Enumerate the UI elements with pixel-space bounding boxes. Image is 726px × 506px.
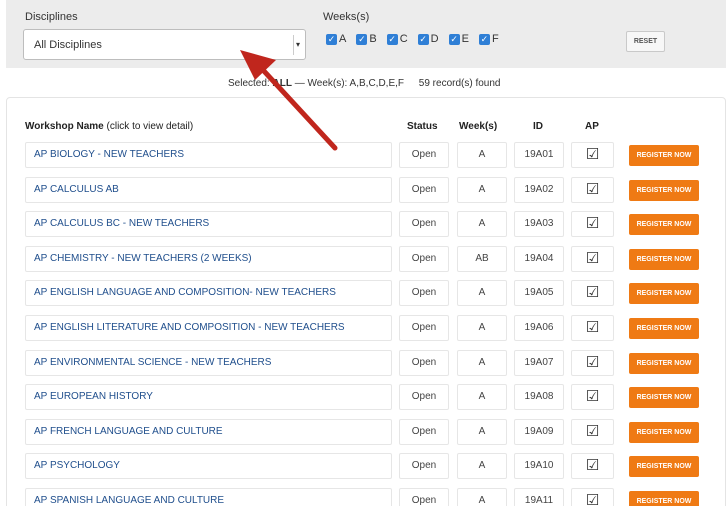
workshop-name-link[interactable]: AP BIOLOGY - NEW TEACHERS <box>25 142 392 168</box>
status-cell: Open <box>399 142 449 168</box>
ap-checkbox-icon: ☑ <box>571 350 614 376</box>
header-status: Status <box>407 121 438 132</box>
disciplines-select[interactable]: All Disciplines ▾ <box>23 29 306 60</box>
workshop-name-link[interactable]: AP PSYCHOLOGY <box>25 453 392 479</box>
checkbox-checked-icon[interactable]: ✓ <box>417 33 429 45</box>
status-cell: Open <box>399 280 449 306</box>
register-now-button[interactable]: REGISTER NOW <box>629 145 699 166</box>
id-cell: 19A08 <box>514 384 564 410</box>
status-cell: Open <box>399 488 449 506</box>
weeks-cell: A <box>457 142 507 168</box>
header-weeks: Week(s) <box>459 121 498 132</box>
summary-prefix: Selected: <box>228 78 270 89</box>
id-cell: 19A04 <box>514 246 564 272</box>
ap-checkbox-icon: ☑ <box>571 384 614 410</box>
week-option-e[interactable]: ✓ E <box>448 33 469 45</box>
header-workshop-name: Workshop Name (click to view detail) <box>25 121 194 132</box>
status-cell: Open <box>399 350 449 376</box>
id-cell: 19A10 <box>514 453 564 479</box>
register-now-button[interactable]: REGISTER NOW <box>629 387 699 408</box>
week-option-c[interactable]: ✓ C <box>386 33 408 45</box>
disciplines-select-value: All Disciplines <box>34 39 102 51</box>
week-option-a[interactable]: ✓ A <box>326 33 346 45</box>
workshop-name-link[interactable]: AP ENVIRONMENTAL SCIENCE - NEW TEACHERS <box>25 350 392 376</box>
weeks-checkbox-group: ✓ A ✓ B ✓ C ✓ D ✓ E ✓ F <box>326 33 509 45</box>
checkbox-checked-icon[interactable]: ✓ <box>386 33 398 45</box>
weeks-cell: A <box>457 419 507 445</box>
week-option-b[interactable]: ✓ B <box>356 33 377 45</box>
weeks-label: Weeks(s) <box>323 11 370 23</box>
register-now-button[interactable]: REGISTER NOW <box>629 456 699 477</box>
workshop-name-link[interactable]: AP ENGLISH LANGUAGE AND COMPOSITION- NEW… <box>25 280 392 306</box>
disciplines-label: Disciplines <box>25 11 78 23</box>
summary-selected: ALL <box>272 78 292 89</box>
workshop-name-link[interactable]: AP CALCULUS BC - NEW TEACHERS <box>25 211 392 237</box>
header-id: ID <box>533 121 543 132</box>
workshop-name-link[interactable]: AP CHEMISTRY - NEW TEACHERS (2 WEEKS) <box>25 246 392 272</box>
register-now-button[interactable]: REGISTER NOW <box>629 318 699 339</box>
register-now-button[interactable]: REGISTER NOW <box>629 491 699 506</box>
ap-checkbox-icon: ☑ <box>571 453 614 479</box>
id-cell: 19A07 <box>514 350 564 376</box>
weeks-cell: A <box>457 280 507 306</box>
status-cell: Open <box>399 211 449 237</box>
workshop-name-link[interactable]: AP CALCULUS AB <box>25 177 392 203</box>
ap-checkbox-icon: ☑ <box>571 211 614 237</box>
record-count: 59 record(s) found <box>418 78 501 89</box>
filter-bar: Disciplines All Disciplines ▾ Weeks(s) ✓… <box>6 0 726 68</box>
weeks-cell: A <box>457 315 507 341</box>
register-now-button[interactable]: REGISTER NOW <box>629 249 699 270</box>
ap-checkbox-icon: ☑ <box>571 280 614 306</box>
status-cell: Open <box>399 246 449 272</box>
register-now-button[interactable]: REGISTER NOW <box>629 283 699 304</box>
week-option-f[interactable]: ✓ F <box>478 33 499 45</box>
ap-checkbox-icon: ☑ <box>571 177 614 203</box>
ap-checkbox-icon: ☑ <box>571 142 614 168</box>
weeks-cell: A <box>457 453 507 479</box>
checkbox-checked-icon[interactable]: ✓ <box>478 33 490 45</box>
id-cell: 19A05 <box>514 280 564 306</box>
header-ap: AP <box>585 121 599 132</box>
status-cell: Open <box>399 384 449 410</box>
checkbox-checked-icon[interactable]: ✓ <box>356 33 368 45</box>
ap-checkbox-icon: ☑ <box>571 488 614 506</box>
weeks-cell: A <box>457 384 507 410</box>
weeks-cell: AB <box>457 246 507 272</box>
workshop-name-link[interactable]: AP EUROPEAN HISTORY <box>25 384 392 410</box>
selection-summary: Selected: ALL — Week(s): A,B,C,D,E,F 59 … <box>228 78 501 89</box>
week-option-d[interactable]: ✓ D <box>417 33 439 45</box>
header-workshop-hint: (click to view detail) <box>106 121 194 132</box>
id-cell: 19A03 <box>514 211 564 237</box>
workshop-name-link[interactable]: AP FRENCH LANGUAGE AND CULTURE <box>25 419 392 445</box>
register-now-button[interactable]: REGISTER NOW <box>629 422 699 443</box>
workshop-name-link[interactable]: AP ENGLISH LITERATURE AND COMPOSITION - … <box>25 315 392 341</box>
id-cell: 19A01 <box>514 142 564 168</box>
status-cell: Open <box>399 419 449 445</box>
id-cell: 19A06 <box>514 315 564 341</box>
status-cell: Open <box>399 453 449 479</box>
ap-checkbox-icon: ☑ <box>571 315 614 341</box>
ap-checkbox-icon: ☑ <box>571 246 614 272</box>
status-cell: Open <box>399 177 449 203</box>
checkbox-checked-icon[interactable]: ✓ <box>326 33 337 45</box>
id-cell: 19A11 <box>514 488 564 506</box>
workshop-name-link[interactable]: AP SPANISH LANGUAGE AND CULTURE <box>25 488 392 506</box>
id-cell: 19A09 <box>514 419 564 445</box>
register-now-button[interactable]: REGISTER NOW <box>629 214 699 235</box>
register-now-button[interactable]: REGISTER NOW <box>629 353 699 374</box>
weeks-cell: A <box>457 350 507 376</box>
chevron-down-icon[interactable]: ▾ <box>293 35 302 55</box>
id-cell: 19A02 <box>514 177 564 203</box>
weeks-cell: A <box>457 211 507 237</box>
ap-checkbox-icon: ☑ <box>571 419 614 445</box>
weeks-cell: A <box>457 177 507 203</box>
reset-button[interactable]: RESET <box>626 31 665 52</box>
weeks-cell: A <box>457 488 507 506</box>
register-now-button[interactable]: REGISTER NOW <box>629 180 699 201</box>
status-cell: Open <box>399 315 449 341</box>
summary-weeks: — Week(s): A,B,C,D,E,F <box>294 78 404 89</box>
checkbox-checked-icon[interactable]: ✓ <box>448 33 460 45</box>
